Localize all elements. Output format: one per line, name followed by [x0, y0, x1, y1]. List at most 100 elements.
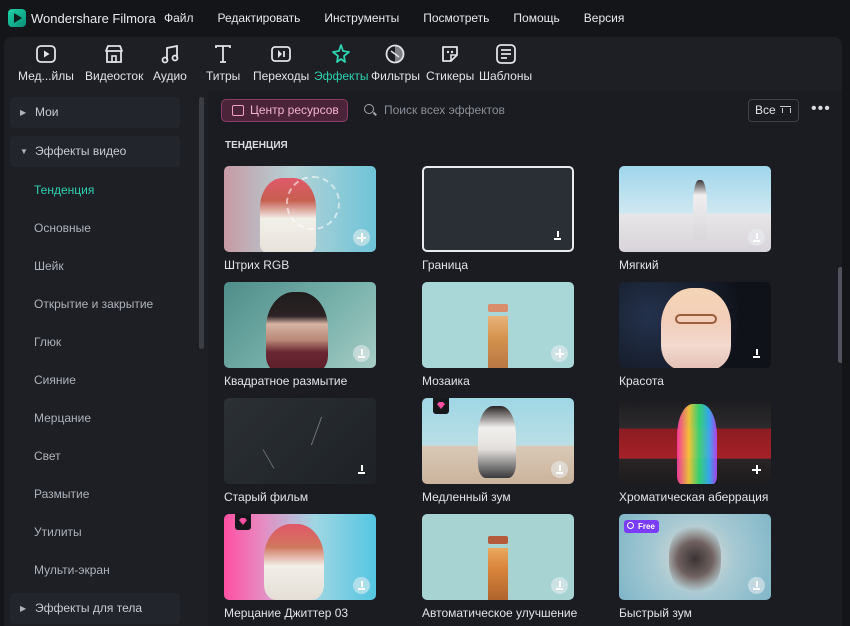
music-note-icon	[161, 44, 179, 64]
tab-transitions-label: Переходы	[253, 69, 310, 83]
content-scrollbar[interactable]	[838, 267, 842, 363]
effect-label: Мягкий	[619, 258, 659, 272]
download-icon[interactable]	[353, 461, 370, 478]
tab-stickers[interactable]: Стикеры	[426, 43, 474, 83]
download-icon[interactable]	[551, 461, 568, 478]
effect-label: Мерцание Джиттер 03	[224, 606, 349, 620]
effect-card[interactable]: Мозаика	[422, 282, 574, 388]
sticker-icon	[442, 46, 459, 62]
effect-thumbnail	[422, 282, 574, 368]
category-mine[interactable]: ▶ Мои	[10, 97, 180, 128]
filter-all-label: Все	[755, 103, 776, 117]
effects-content: Центр ресурсов Поиск всех эффектов Все •…	[208, 91, 842, 626]
effect-card[interactable]: Старый фильм	[224, 398, 376, 504]
filter-funnel-icon	[780, 106, 791, 115]
download-icon[interactable]	[549, 227, 566, 244]
effect-thumbnail	[224, 166, 376, 252]
filmora-logo-icon	[8, 9, 26, 27]
tab-titles[interactable]: Титры	[206, 43, 240, 83]
menu-version[interactable]: Версия	[584, 11, 625, 25]
add-icon[interactable]	[551, 345, 568, 362]
download-icon[interactable]	[748, 345, 765, 362]
download-icon[interactable]	[353, 577, 370, 594]
tab-effects[interactable]: Эффекты	[314, 43, 369, 83]
menu-file[interactable]: Файл	[164, 11, 194, 25]
sidebar-item-flicker[interactable]: Мерцание	[34, 411, 91, 425]
tab-media[interactable]: Мед...йлы	[18, 43, 74, 83]
effect-card[interactable]: Красота	[619, 282, 771, 388]
menu-tools[interactable]: Инструменты	[324, 11, 399, 25]
premium-gem-icon	[235, 514, 251, 530]
tab-templates[interactable]: Шаблоны	[479, 43, 532, 83]
effect-card[interactable]: Штрих RGB	[224, 166, 376, 272]
tab-audio[interactable]: Аудио	[153, 43, 187, 83]
effect-label: Мозаика	[422, 374, 470, 388]
tab-stock[interactable]: Видеосток	[85, 43, 143, 83]
effect-label: Медленный зум	[422, 490, 511, 504]
download-icon[interactable]	[353, 345, 370, 362]
sidebar-item-basic[interactable]: Основные	[34, 221, 91, 235]
effect-thumbnail: Free	[619, 514, 771, 600]
category-mine-label: Мои	[35, 105, 59, 119]
effects-sparkle-icon	[332, 44, 351, 63]
sidebar-item-glow[interactable]: Сияние	[34, 373, 76, 387]
sidebar-item-open-close[interactable]: Открытие и закрытие	[34, 297, 153, 311]
effect-card[interactable]: Free Быстрый зум	[619, 514, 771, 620]
effect-label: Старый фильм	[224, 490, 309, 504]
category-body-effects-label: Эффекты для тела	[35, 601, 143, 615]
category-body-effects[interactable]: ▶ Эффекты для тела	[10, 593, 180, 624]
chevron-right-icon: ▶	[20, 604, 27, 613]
sidebar-item-blur[interactable]: Размытие	[34, 487, 89, 501]
sidebar-item-shake[interactable]: Шейк	[34, 259, 64, 273]
effect-thumbnail	[619, 166, 771, 252]
effect-card[interactable]: Мягкий	[619, 166, 771, 272]
download-icon[interactable]	[748, 577, 765, 594]
effect-card[interactable]: Мерцание Джиттер 03	[224, 514, 376, 620]
effect-label: Красота	[619, 374, 664, 388]
effect-card[interactable]: Автоматическое улучшение	[422, 514, 577, 620]
resource-center-button[interactable]: Центр ресурсов	[221, 99, 348, 122]
search-input[interactable]: Поиск всех эффектов	[362, 103, 505, 117]
effects-sidebar: ▶ Мои ▼ Эффекты видео Тенденция Основные…	[4, 91, 208, 626]
effect-thumbnail	[422, 166, 574, 252]
category-video-effects-label: Эффекты видео	[35, 144, 127, 158]
sidebar-item-light[interactable]: Свет	[34, 449, 61, 463]
download-icon[interactable]	[748, 229, 765, 246]
sidebar-scrollbar[interactable]	[199, 97, 204, 349]
tab-filters[interactable]: Фильтры	[371, 43, 420, 83]
tab-media-label: Мед...йлы	[18, 69, 74, 83]
app-title: Wondershare Filmora	[31, 11, 156, 26]
add-icon[interactable]	[748, 461, 765, 478]
effect-card[interactable]: Квадратное размытие	[224, 282, 376, 388]
sidebar-item-multiscreen[interactable]: Мульти-экран	[34, 563, 110, 577]
tab-effects-label: Эффекты	[314, 69, 369, 83]
effect-thumbnail	[224, 514, 376, 600]
category-video-effects[interactable]: ▼ Эффекты видео	[10, 136, 180, 167]
effect-thumbnail	[619, 398, 771, 484]
more-options-icon[interactable]: •••	[811, 100, 831, 118]
premium-gem-icon	[433, 398, 449, 414]
tab-transitions[interactable]: Переходы	[253, 43, 309, 83]
sidebar-item-glitch[interactable]: Глюк	[34, 335, 61, 349]
effect-thumbnail	[224, 398, 376, 484]
menu-edit[interactable]: Редактировать	[218, 11, 301, 25]
menu-help[interactable]: Помощь	[513, 11, 559, 25]
template-icon	[495, 44, 516, 64]
download-icon[interactable]	[551, 577, 568, 594]
effect-card[interactable]: Медленный зум	[422, 398, 574, 504]
effect-card[interactable]: Граница	[422, 166, 574, 272]
search-placeholder: Поиск всех эффектов	[384, 103, 505, 117]
effect-card[interactable]: Хроматическая аберрация	[619, 398, 771, 504]
menu-view[interactable]: Посмотреть	[423, 11, 489, 25]
sidebar-item-utilities[interactable]: Утилиты	[34, 525, 82, 539]
add-icon[interactable]	[353, 229, 370, 246]
stock-store-icon	[105, 45, 124, 63]
resource-center-label: Центр ресурсов	[250, 103, 339, 117]
filter-all-button[interactable]: Все	[748, 99, 799, 122]
effect-label: Граница	[422, 258, 469, 272]
sidebar-item-trend[interactable]: Тенденция	[34, 183, 94, 197]
tab-filters-label: Фильтры	[371, 69, 420, 83]
menu-bar: Файл Редактировать Инструменты Посмотрет…	[164, 11, 648, 25]
text-t-icon	[215, 45, 232, 63]
title-bar: Wondershare Filmora Файл Редактировать И…	[0, 0, 850, 36]
